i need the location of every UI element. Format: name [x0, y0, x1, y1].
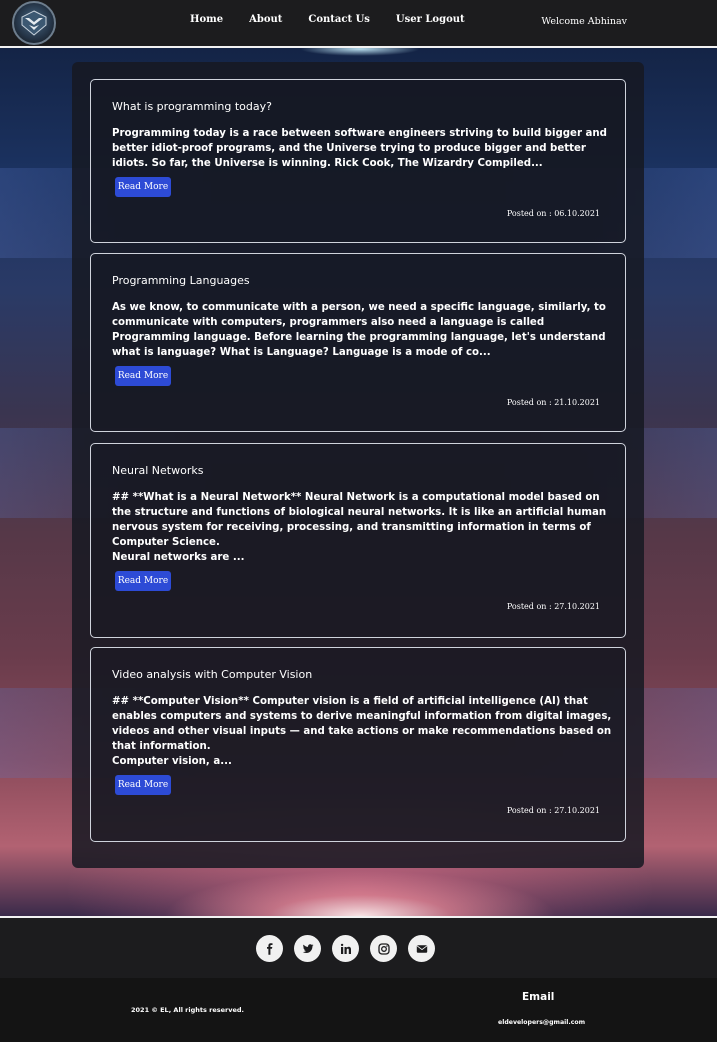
nav-logout-link[interactable]: User Logout	[396, 14, 465, 25]
social-links	[256, 935, 446, 962]
nav-about-link[interactable]: About	[249, 14, 282, 25]
footer: 2021 © EL, All rights reserved. Email el…	[0, 978, 717, 1042]
background-glow	[300, 48, 420, 56]
post-date: Posted on : 06.10.2021	[506, 209, 600, 218]
post-title: Neural Networks	[112, 464, 204, 477]
linkedin-icon[interactable]	[332, 935, 359, 962]
twitter-icon[interactable]	[294, 935, 321, 962]
navbar: Home About Contact Us User Logout Welcom…	[0, 0, 717, 48]
post-title: Video analysis with Computer Vision	[112, 668, 313, 681]
read-more-button[interactable]: Read More	[115, 775, 171, 795]
post-excerpt: As we know, to communicate with a person…	[112, 302, 606, 358]
email-link[interactable]: eldevelopers@gmail.com	[498, 1019, 585, 1026]
post-date: Posted on : 27.10.2021	[506, 602, 600, 611]
post-excerpt: ## **What is a Neural Network** Neural N…	[112, 492, 607, 563]
post-card: Neural Networks ## **What is a Neural Ne…	[90, 443, 626, 638]
nav-home-link[interactable]: Home	[190, 14, 223, 25]
email-heading: Email	[522, 991, 555, 1003]
read-more-button[interactable]: Read More	[115, 571, 171, 591]
post-card: Programming Languages As we know, to com…	[90, 253, 626, 432]
welcome-text: Welcome Abhinav	[541, 16, 627, 27]
posts-container: What is programming today? Programming t…	[72, 62, 644, 868]
post-title: What is programming today?	[112, 100, 272, 113]
nav-contact-link[interactable]: Contact Us	[308, 14, 370, 25]
post-title: Programming Languages	[112, 274, 250, 287]
post-excerpt: ## **Computer Vision** Computer vision i…	[112, 696, 612, 767]
read-more-button[interactable]: Read More	[115, 177, 171, 197]
copyright-text: 2021 © EL, All rights reserved.	[131, 1006, 244, 1014]
facebook-icon[interactable]	[256, 935, 283, 962]
envelope-icon[interactable]	[408, 935, 435, 962]
footer-social-bar	[0, 916, 717, 978]
post-date: Posted on : 21.10.2021	[506, 398, 600, 407]
post-excerpt: Programming today is a race between soft…	[112, 128, 607, 169]
read-more-button[interactable]: Read More	[115, 366, 171, 386]
post-date: Posted on : 27.10.2021	[506, 806, 600, 815]
post-card: What is programming today? Programming t…	[90, 79, 626, 243]
post-card: Video analysis with Computer Vision ## *…	[90, 647, 626, 842]
shield-logo-icon[interactable]	[12, 1, 56, 45]
nav-links: Home About Contact Us User Logout	[190, 14, 491, 25]
instagram-icon[interactable]	[370, 935, 397, 962]
